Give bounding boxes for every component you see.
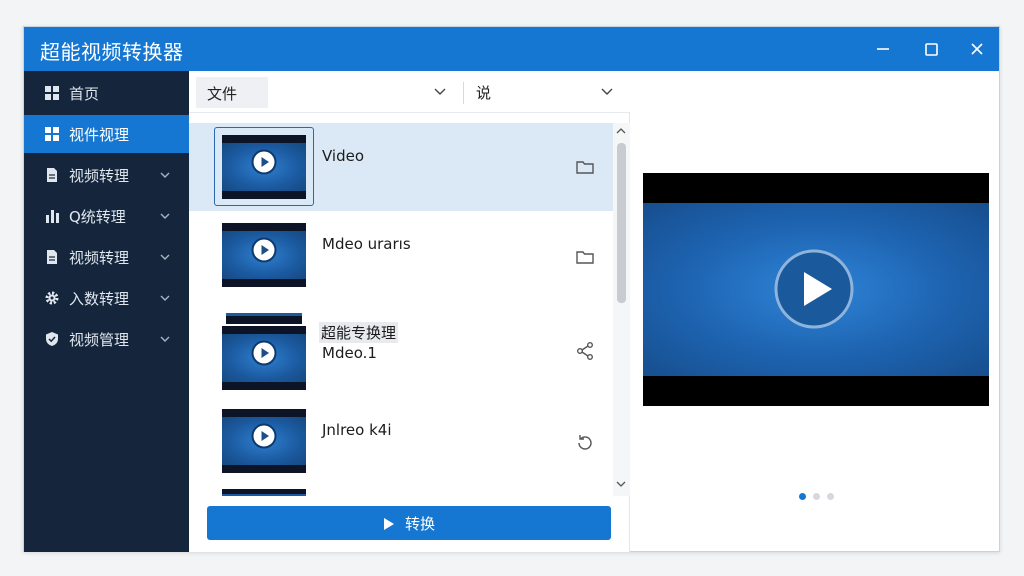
shield-icon [46, 332, 58, 346]
file-title: Mdeo urarıs [322, 235, 411, 253]
sidebar-item-home[interactable]: 首页 [24, 74, 189, 112]
toolbar: 文件 说 [189, 71, 630, 113]
file-list-panel: 文件 说 Video Mdeo urarıs 超能专换理 Mdeo.1 Jnlr… [189, 71, 630, 552]
video-thumbnail [222, 135, 306, 199]
page-dot[interactable] [813, 493, 820, 500]
chevron-down-icon[interactable] [616, 480, 626, 488]
chevron-down-icon[interactable] [434, 87, 446, 97]
play-icon [251, 237, 277, 263]
file-menu-button[interactable]: 文件 [196, 77, 268, 108]
sidebar-item-label: 入数转理 [69, 290, 130, 308]
list-item[interactable]: Mdeo urarıs [189, 213, 613, 301]
file-list: Video Mdeo urarıs 超能专换理 Mdeo.1 Jnlreo k4… [189, 123, 630, 496]
chevron-down-icon [160, 254, 170, 260]
sidebar: 首页 视件视理 视频转理 Q统转理 视频转理 入数转理 视频管理 [24, 71, 189, 552]
sidebar-item-label: 视频转理 [69, 249, 130, 267]
page-dot-active[interactable] [799, 493, 806, 500]
minimize-icon[interactable] [871, 37, 895, 61]
chevron-up-icon[interactable] [616, 127, 626, 135]
close-icon[interactable] [965, 37, 989, 61]
maximize-icon[interactable] [919, 37, 943, 61]
convert-button[interactable]: 转换 [207, 506, 611, 540]
sidebar-item-video-management[interactable]: 视频管理 [24, 320, 189, 358]
convert-button-label: 转换 [404, 515, 435, 533]
play-icon[interactable] [773, 248, 855, 330]
video-thumbnail [222, 326, 306, 390]
sidebar-item-video-convert[interactable]: 视频转理 [24, 156, 189, 194]
chevron-down-icon [160, 336, 170, 342]
video-thumbnail [222, 409, 306, 473]
bar-chart-icon [46, 210, 59, 223]
list-item[interactable]: 超能专换理 Mdeo.1 [189, 303, 613, 391]
sidebar-item-label: Q统转理 [69, 208, 126, 226]
sidebar-item-label: 视件视理 [69, 126, 130, 144]
chevron-down-icon[interactable] [601, 87, 613, 97]
play-icon [251, 340, 277, 366]
list-item[interactable]: Video [189, 123, 613, 211]
list-scrollbar[interactable] [613, 123, 630, 496]
video-preview[interactable] [643, 173, 989, 406]
dashboard-icon [45, 127, 59, 141]
page-dot[interactable] [827, 493, 834, 500]
sidebar-item-label: 视频转理 [69, 167, 130, 185]
partial-thumbnail [222, 489, 306, 496]
scroll-thumb[interactable] [617, 143, 626, 303]
file-title: Jnlreo k4i [322, 421, 392, 439]
sidebar-item-stats[interactable]: Q统转理 [24, 197, 189, 235]
stacked-thumbnail [226, 313, 302, 324]
file-title: Mdeo.1 [322, 344, 377, 362]
sidebar-item-settings[interactable]: 入数转理 [24, 279, 189, 317]
title-bar[interactable]: 超能视频转换器 [24, 27, 999, 71]
refresh-icon[interactable] [575, 433, 595, 453]
sidebar-item-label: 视频管理 [69, 331, 130, 349]
pagination-dots [799, 493, 839, 503]
gear-icon [45, 291, 59, 305]
folder-icon[interactable] [575, 157, 595, 177]
chevron-down-icon [160, 213, 170, 219]
play-icon [383, 518, 394, 530]
sidebar-item-label: 首页 [69, 85, 100, 103]
play-icon [251, 149, 277, 175]
file-title: Video [322, 147, 365, 165]
sidebar-item-video-convert-2[interactable]: 视频转理 [24, 238, 189, 276]
sidebar-item-file-management[interactable]: 视件视理 [24, 115, 189, 153]
video-thumbnail [222, 223, 306, 287]
play-icon [251, 423, 277, 449]
chevron-down-icon [160, 172, 170, 178]
document-icon [47, 168, 57, 182]
file-subtitle: 超能专换理 [319, 322, 399, 343]
window-title: 超能视频转换器 [40, 40, 184, 64]
toolbar-divider [463, 82, 464, 104]
document-icon [47, 250, 57, 264]
grid-icon [45, 86, 59, 100]
sort-dropdown[interactable]: 说 [476, 82, 491, 103]
chevron-down-icon [160, 295, 170, 301]
folder-icon[interactable] [575, 247, 595, 267]
list-item[interactable]: Jnlreo k4i [189, 393, 613, 481]
share-icon[interactable] [575, 341, 595, 361]
app-window: 超能视频转换器 首页 视件视理 视频转理 Q统转理 视频转理 入数转理 视频管理… [23, 26, 1000, 552]
